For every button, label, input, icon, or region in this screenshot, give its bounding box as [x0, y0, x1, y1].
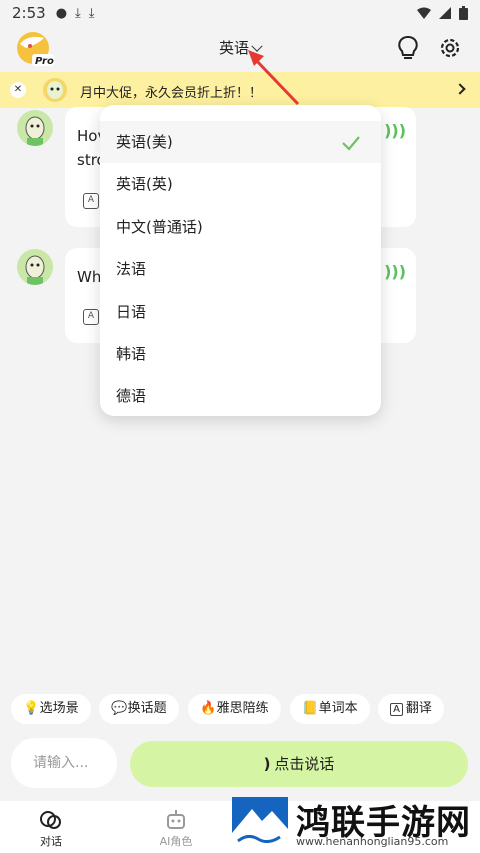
wechat-icon: ●: [55, 5, 68, 21]
status-bar: 2:53 ● ⤓ ⤓: [0, 0, 480, 26]
dropdown-item-zh[interactable]: 中文(普通话): [100, 206, 381, 248]
message-text-line1: Wh: [77, 268, 102, 286]
dropdown-item-en-gb[interactable]: 英语(英): [100, 163, 381, 205]
battery-icon: [459, 6, 468, 20]
dropdown-item-label: 德语: [116, 387, 147, 405]
close-icon[interactable]: ✕: [10, 82, 26, 98]
download-icon-2: ⤓: [88, 5, 95, 21]
translate-icon[interactable]: A: [83, 309, 99, 325]
mascot-icon: [43, 78, 67, 102]
chip-topic[interactable]: 💬换话题: [99, 694, 179, 724]
download-icon: ⤓: [75, 5, 81, 21]
notification-icons: ● ⤓ ⤓: [56, 6, 95, 21]
avatar-face-icon: [25, 255, 45, 285]
watermark-logo-icon: [232, 797, 288, 849]
message-input[interactable]: 请输入...: [11, 738, 117, 788]
watermark-url: www.henanhonglian95.com: [296, 835, 449, 848]
dropdown-item-label: 韩语: [116, 345, 147, 363]
language-dropdown: 英语(美) 英语(英) 中文(普通话) 法语 日语 韩语 德语: [100, 105, 381, 416]
status-time: 2:53: [12, 4, 46, 22]
tab-chat[interactable]: 对话: [11, 801, 91, 853]
talk-button[interactable]: ) 点击说话: [130, 741, 468, 787]
tab-label: 对话: [40, 835, 62, 848]
talk-button-label: 点击说话: [274, 755, 335, 773]
wifi-icon: [417, 7, 431, 19]
promo-text: 月中大促，永久会员折上折！！: [80, 86, 263, 101]
chip-vocab[interactable]: 📒单词本: [290, 694, 370, 724]
dropdown-item-ko[interactable]: 韩语: [100, 333, 381, 375]
check-icon: [342, 136, 360, 151]
dropdown-item-ja[interactable]: 日语: [100, 291, 381, 333]
dropdown-item-fr[interactable]: 法语: [100, 248, 381, 290]
dropdown-item-label: 英语(美): [116, 133, 173, 151]
speaker-icon[interactable]: ))): [384, 262, 406, 281]
dropdown-item-de[interactable]: 德语: [100, 375, 381, 416]
translate-icon: A: [390, 703, 403, 716]
chip-translate-label: 翻译: [405, 701, 432, 716]
dropdown-item-label: 法语: [116, 260, 147, 278]
chip-ielts[interactable]: 🔥雅思陪练: [188, 694, 281, 724]
dropdown-item-label: 日语: [116, 303, 147, 321]
signal-icon: [439, 7, 451, 19]
tab-ai-role[interactable]: AI角色: [136, 801, 216, 853]
quick-chips: 💡选场景 💬换话题 🔥雅思陪练 📒单词本 A 翻译: [0, 694, 480, 726]
annotation-arrow: [248, 50, 300, 106]
translate-icon[interactable]: A: [83, 193, 99, 209]
avatar-face-icon: [25, 116, 45, 146]
speaker-icon[interactable]: ))): [384, 121, 406, 140]
system-icons: [417, 6, 468, 20]
watermark: 鸿联手游网 www.henanhonglian95.com: [228, 793, 480, 853]
gear-icon[interactable]: [436, 34, 464, 62]
chip-scene[interactable]: 💡选场景: [11, 694, 91, 724]
lightbulb-icon[interactable]: [394, 34, 422, 62]
robot-icon: [167, 810, 185, 829]
chip-translate[interactable]: A 翻译: [378, 694, 444, 724]
dropdown-item-en-us[interactable]: 英语(美): [100, 121, 381, 163]
avatar[interactable]: [17, 249, 53, 285]
avatar[interactable]: [17, 110, 53, 146]
dropdown-item-label: 中文(普通话): [116, 218, 203, 236]
tab-label: AI角色: [159, 835, 193, 848]
voice-icon: ): [263, 755, 271, 773]
dropdown-item-label: 英语(英): [116, 175, 173, 193]
chevron-right-icon[interactable]: [454, 83, 466, 95]
chat-icon: [40, 811, 61, 829]
